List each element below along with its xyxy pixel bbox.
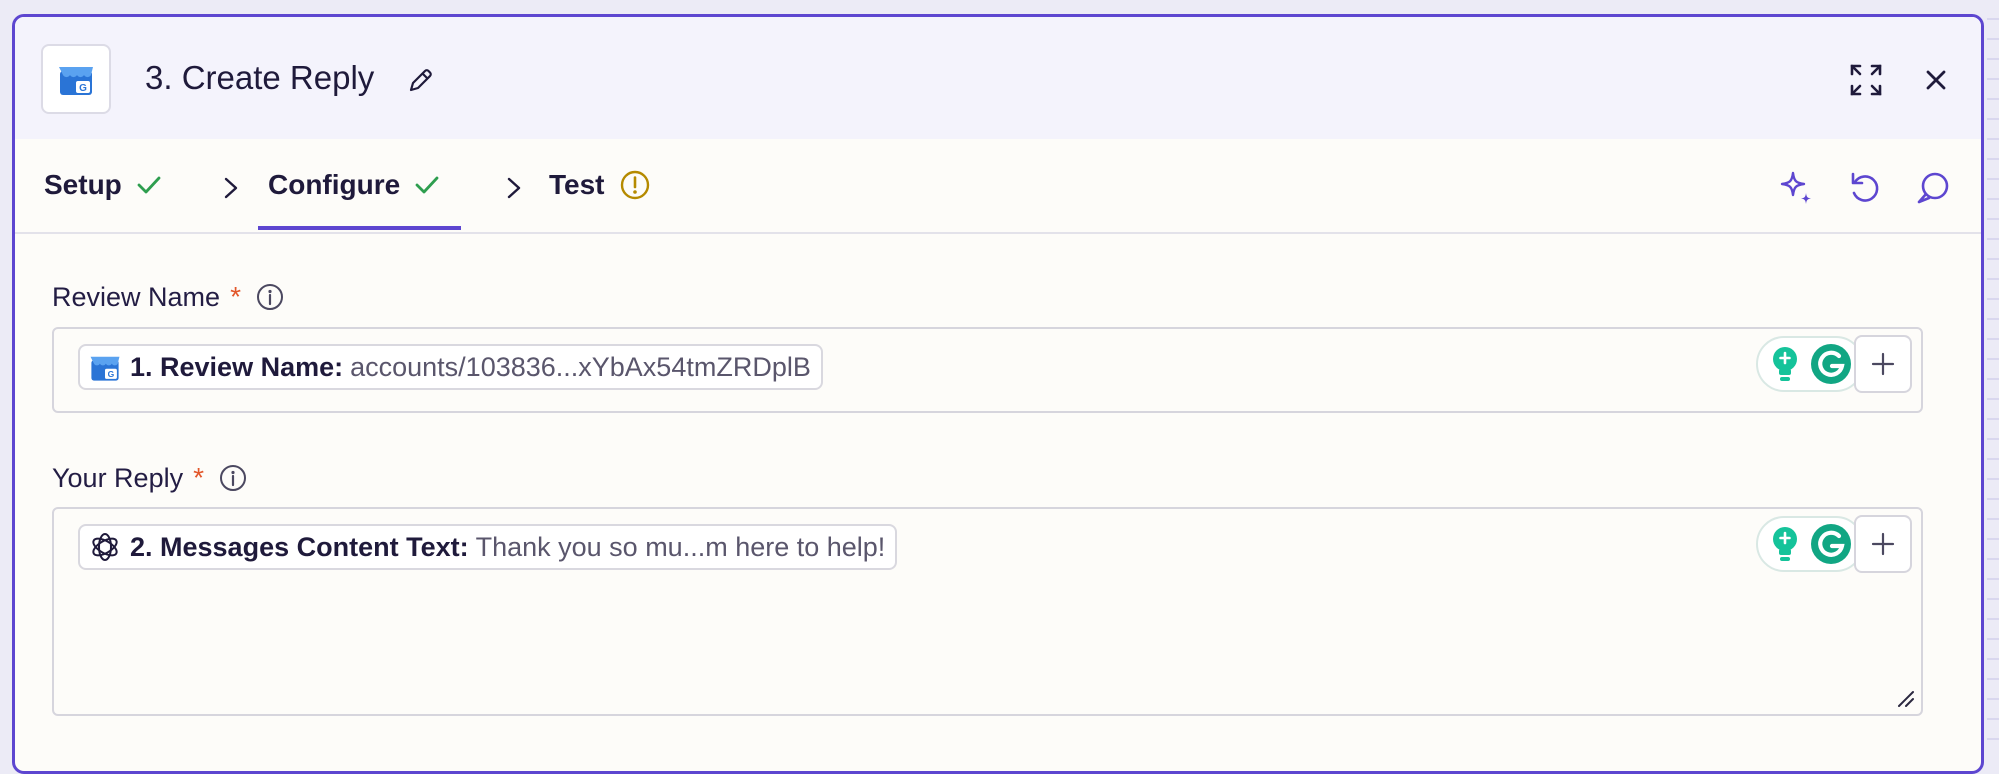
tab-label: Test: [549, 169, 605, 200]
openai-icon: [88, 530, 122, 564]
close-icon[interactable]: [1922, 66, 1950, 94]
svg-text:G: G: [108, 369, 115, 379]
tab-configure[interactable]: Configure: [268, 169, 440, 201]
required-marker: *: [193, 462, 204, 493]
pill-key: 1. Review Name:: [130, 351, 344, 382]
required-marker: *: [230, 281, 241, 312]
grammarly-widget[interactable]: [1756, 516, 1864, 572]
your-reply-label-row: Your Reply *: [52, 462, 248, 494]
mapped-field-pill[interactable]: G 1. Review Name: accounts/103836...xYbA…: [78, 344, 823, 390]
sparkle-icon[interactable]: [1777, 168, 1817, 208]
step-editor-panel: G 3. Create Reply Setup Configure Test R…: [12, 14, 1984, 774]
tab-label: Setup: [44, 169, 122, 200]
refresh-icon[interactable]: [1845, 168, 1885, 208]
tab-label: Configure: [268, 169, 401, 200]
background-strip: [1987, 0, 1999, 749]
grammarly-widget[interactable]: [1756, 336, 1864, 392]
plus-icon: [1871, 352, 1895, 376]
checkmark-icon: [415, 176, 439, 194]
lightbulb-icon[interactable]: [1768, 524, 1802, 564]
comment-icon[interactable]: [1913, 168, 1953, 208]
chevron-right-icon: [224, 177, 238, 199]
review-name-label-row: Review Name *: [52, 281, 285, 313]
grammarly-icon[interactable]: [1809, 342, 1853, 386]
lightbulb-icon[interactable]: [1768, 344, 1802, 384]
google-business-store-icon: G: [88, 350, 122, 384]
mapped-field-pill[interactable]: 2. Messages Content Text: Thank you so m…: [78, 524, 898, 570]
step-title[interactable]: 3. Create Reply: [145, 59, 374, 97]
google-business-store-icon: G: [59, 67, 93, 95]
resize-handle-icon[interactable]: [1893, 686, 1915, 708]
checkmark-icon: [137, 176, 161, 194]
insert-data-button[interactable]: [1854, 335, 1912, 393]
active-tab-indicator: [258, 226, 461, 230]
warning-icon: [620, 170, 649, 200]
field-label: Your Reply: [52, 462, 184, 493]
plus-icon: [1871, 532, 1895, 556]
step-tabs: Setup Configure Test: [15, 139, 1981, 234]
your-reply-textarea[interactable]: 2. Messages Content Text: Thank you so m…: [52, 507, 1923, 716]
info-icon[interactable]: [218, 463, 248, 493]
pencil-icon[interactable]: [405, 64, 437, 96]
pill-value: Thank you so mu...m here to help!: [475, 531, 886, 562]
review-name-input[interactable]: G 1. Review Name: accounts/103836...xYbA…: [52, 327, 1923, 413]
grammarly-icon[interactable]: [1809, 522, 1853, 566]
expand-icon[interactable]: [1848, 62, 1884, 98]
pill-key: 2. Messages Content Text:: [130, 531, 469, 562]
pill-value: accounts/103836...xYbAx54tmZRDplB: [350, 351, 811, 382]
field-label: Review Name: [52, 281, 221, 312]
tab-setup[interactable]: Setup: [44, 169, 162, 201]
insert-data-button[interactable]: [1854, 515, 1912, 573]
info-icon[interactable]: [255, 282, 285, 312]
svg-text:G: G: [79, 83, 87, 94]
chevron-right-icon: [507, 177, 521, 199]
tab-test[interactable]: Test: [549, 169, 651, 201]
panel-header: G 3. Create Reply: [15, 17, 1981, 139]
app-tile: G: [41, 44, 111, 114]
